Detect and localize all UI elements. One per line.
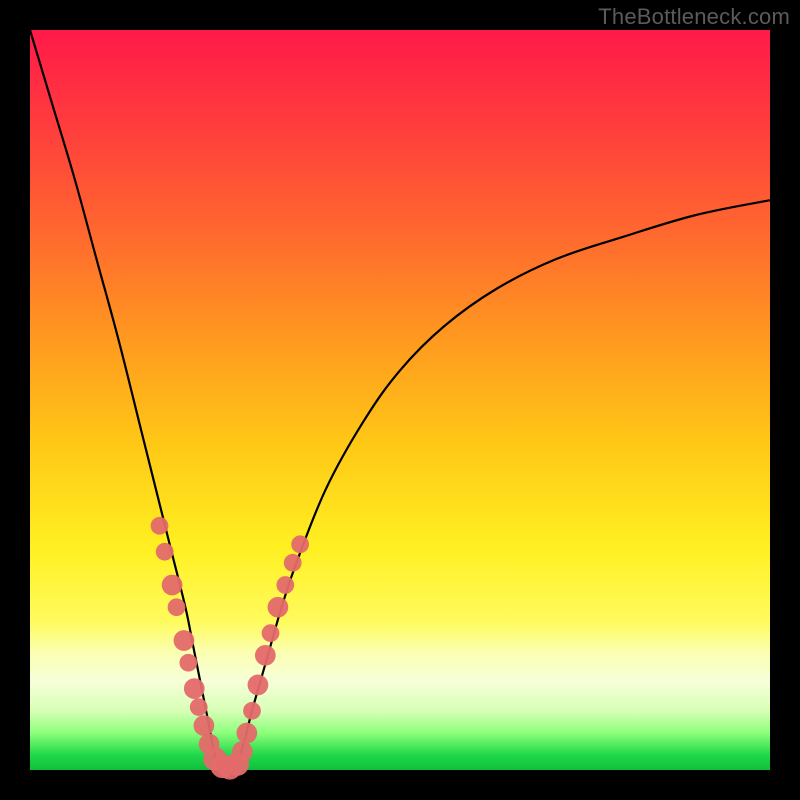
data-marker xyxy=(179,654,197,672)
data-marker xyxy=(291,535,309,553)
data-marker xyxy=(236,723,257,744)
data-marker xyxy=(184,678,205,699)
plot-area xyxy=(30,30,770,770)
data-marker xyxy=(255,645,276,666)
data-marker xyxy=(168,598,186,616)
data-marker xyxy=(232,741,253,762)
watermark-text: TheBottleneck.com xyxy=(598,4,790,30)
data-marker xyxy=(156,543,174,561)
data-marker xyxy=(151,517,169,535)
data-marker xyxy=(174,630,195,651)
curve-layer xyxy=(30,30,770,770)
data-marker xyxy=(276,576,294,594)
data-markers xyxy=(151,517,309,780)
data-marker xyxy=(243,702,261,720)
data-marker xyxy=(268,597,289,618)
data-marker xyxy=(162,575,183,596)
data-marker xyxy=(190,698,208,716)
data-marker xyxy=(248,675,269,696)
chart-frame: TheBottleneck.com xyxy=(0,0,800,800)
data-marker xyxy=(194,715,215,736)
curve-left xyxy=(30,30,230,771)
data-marker xyxy=(284,554,302,572)
curve-right xyxy=(230,200,770,770)
data-marker xyxy=(262,624,280,642)
